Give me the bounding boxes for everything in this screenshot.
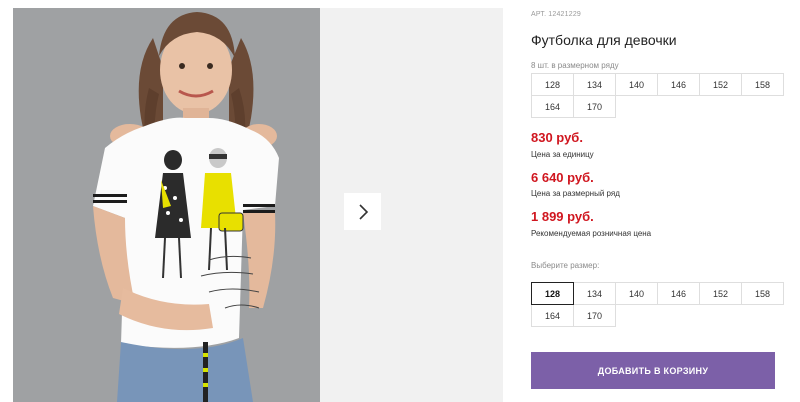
pack-size-cell: 158 <box>741 73 784 96</box>
retail-price: 1 899 руб. <box>531 209 594 224</box>
add-to-cart-button[interactable]: ДОБАВИТЬ В КОРЗИНУ <box>531 352 775 389</box>
sku: АРТ. 12421229 <box>531 11 581 18</box>
pack-size-cell: 140 <box>615 73 658 96</box>
unit-price: 830 руб. <box>531 130 583 145</box>
size-option[interactable]: 170 <box>573 304 616 327</box>
pack-size-cell: 152 <box>699 73 742 96</box>
size-option[interactable]: 164 <box>531 304 574 327</box>
unit-price-label: Цена за единицу <box>531 150 594 159</box>
pack-price-label: Цена за размерный ряд <box>531 189 620 198</box>
retail-price-label: Рекомендуемая розничная цена <box>531 229 652 238</box>
product-gallery <box>13 8 503 402</box>
pack-size-note: 8 шт. в размерном ряду <box>531 61 619 70</box>
pack-size-cell: 134 <box>573 73 616 96</box>
product-photo <box>13 8 320 402</box>
size-option[interactable]: 134 <box>573 282 616 305</box>
pack-size-cell: 170 <box>573 95 616 118</box>
pack-price: 6 640 руб. <box>531 170 594 185</box>
sku-label: АРТ. <box>531 11 547 18</box>
size-select-label: Выберите размер: <box>531 261 600 270</box>
chevron-right-icon <box>358 203 368 220</box>
size-option[interactable]: 140 <box>615 282 658 305</box>
size-option-selected[interactable]: 128 <box>531 282 574 305</box>
size-option[interactable]: 158 <box>741 282 784 305</box>
size-option[interactable]: 152 <box>699 282 742 305</box>
size-selector: 128 134 140 146 152 158 164 170 <box>531 282 784 327</box>
size-option[interactable]: 146 <box>657 282 700 305</box>
pack-size-cell: 146 <box>657 73 700 96</box>
sku-number: 12421229 <box>548 11 582 18</box>
pack-size-cell: 164 <box>531 95 574 118</box>
pack-size-list: 128 134 140 146 152 158 164 170 <box>531 73 784 118</box>
next-image-button[interactable] <box>344 193 381 230</box>
product-title: Футболка для девочки <box>531 32 677 48</box>
pack-size-cell: 128 <box>531 73 574 96</box>
product-photo-illustration <box>13 8 320 402</box>
